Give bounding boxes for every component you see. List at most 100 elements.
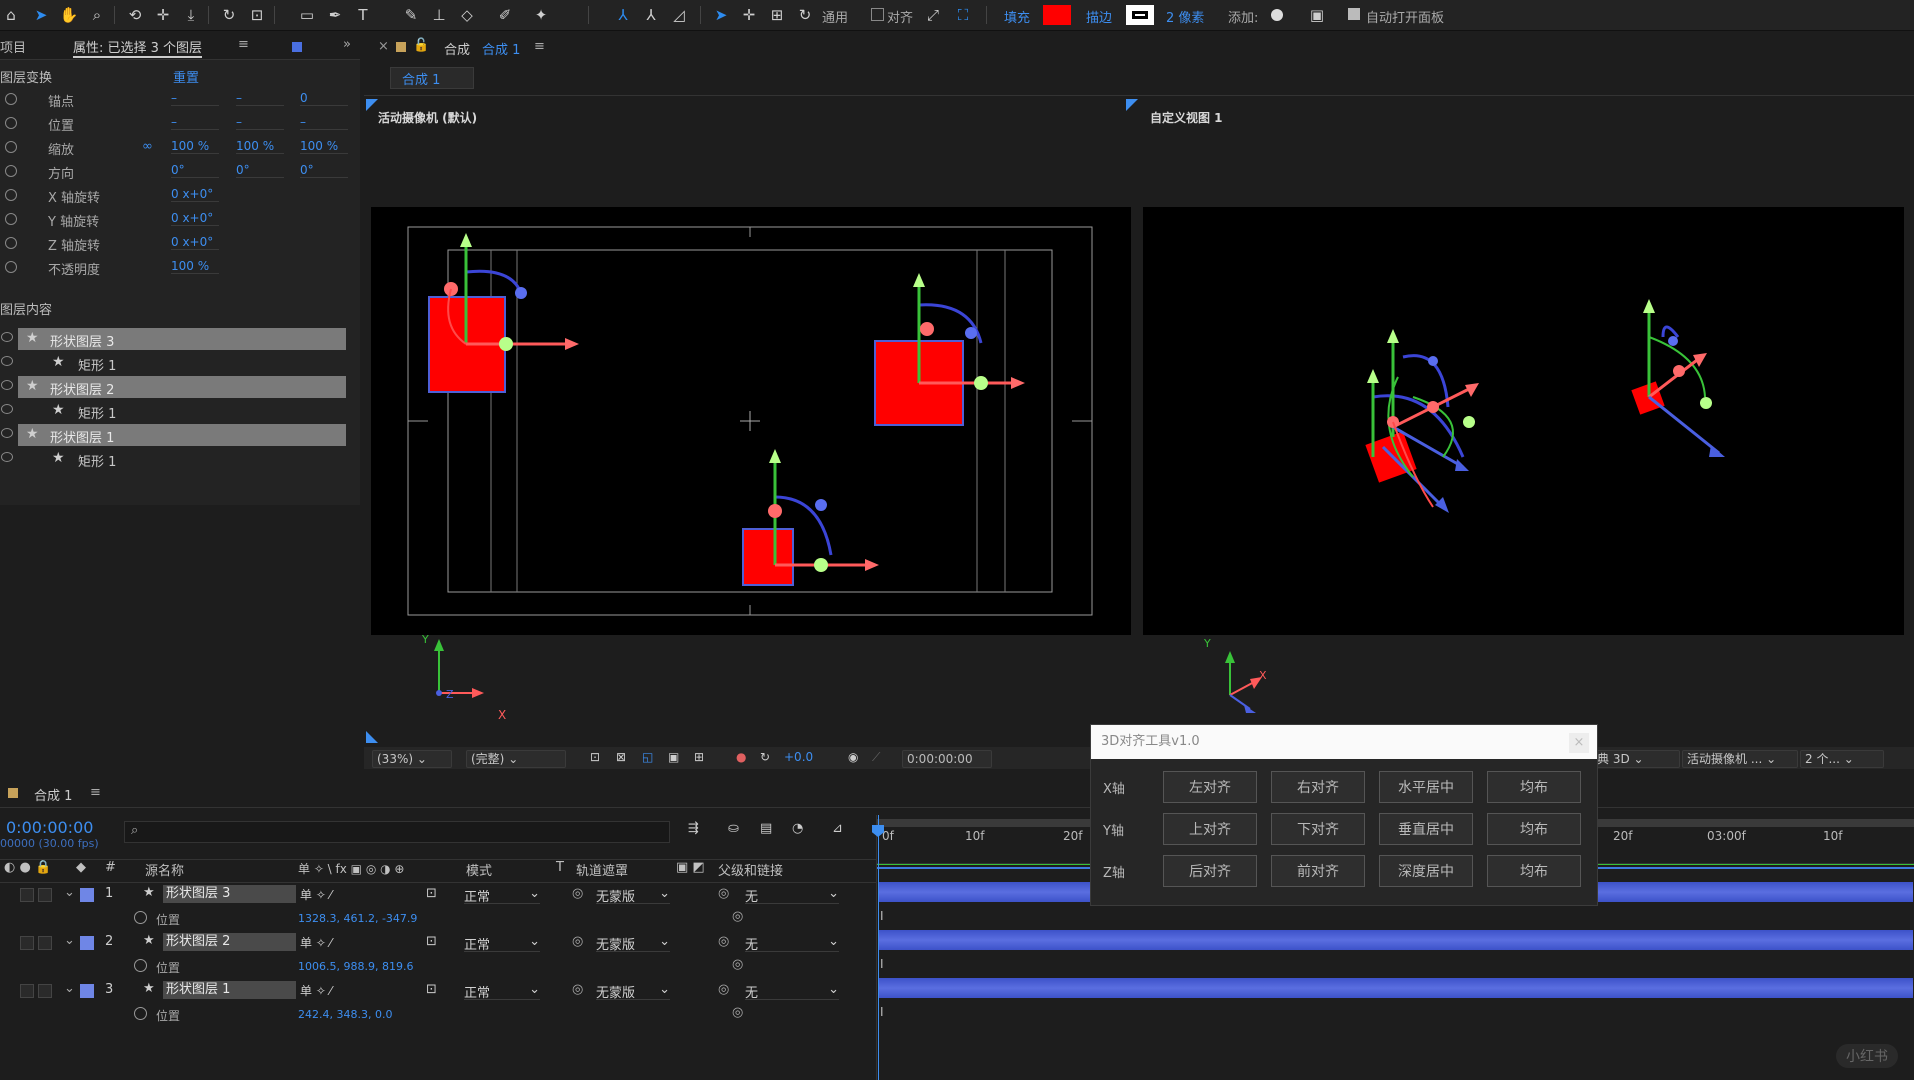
align-button[interactable]: 深度居中 [1379, 855, 1473, 887]
content-layer-row[interactable]: ★ 形状图层 1 [0, 423, 350, 447]
scale-tool-icon[interactable]: ⊞ [766, 4, 788, 26]
3d-layer-icon[interactable]: ⊡ [426, 886, 437, 901]
align-button[interactable]: 右对齐 [1271, 771, 1365, 803]
expression-pickwhip-icon[interactable]: ◎ [732, 1005, 743, 1020]
property-value[interactable]: 0 x+0° [171, 187, 219, 202]
table-row[interactable]: ⌄ 2 ★ 形状图层 2单 ✧ ⁄ ⊡ 正常 ⌄ ◎ 无蒙版 ⌄ ◎ 无 ⌄ [0, 931, 876, 955]
quality-dropdown[interactable]: (完整) ⌄ [466, 750, 566, 768]
align-button[interactable]: 均布 [1487, 855, 1581, 887]
chevron-down-icon[interactable]: ⌄ [64, 933, 75, 948]
property-value[interactable]: 0° [300, 163, 348, 178]
local-axis-icon[interactable]: ⅄ [612, 4, 634, 26]
constrain-link-icon[interactable]: ∞ [142, 139, 153, 154]
add-menu-icon[interactable] [1271, 9, 1283, 21]
rectangle-tool-icon[interactable]: ▭ [296, 4, 318, 26]
layer-1-duration-bar[interactable] [879, 978, 1913, 998]
zoom-tool-icon[interactable]: ⌕ [86, 4, 108, 26]
parent-dropdown[interactable]: 无 ⌄ [745, 934, 839, 953]
camera-dropdown[interactable]: 活动摄像机 ... ⌄ [1682, 750, 1798, 768]
lock-icon[interactable]: 🔓 [413, 38, 429, 53]
stopwatch-icon[interactable] [5, 213, 17, 225]
universal-tool-icon[interactable]: ➤ [710, 4, 732, 26]
comp-tab-name[interactable]: 合成 1 [482, 39, 520, 58]
visibility-toggle[interactable] [20, 888, 34, 902]
shy-layers-icon[interactable]: ▤ [760, 821, 772, 836]
pan-behind-icon[interactable]: ⊡ [246, 4, 268, 26]
solo-toggle[interactable] [38, 936, 52, 950]
mode-dropdown[interactable]: 正常 ⌄ [464, 982, 540, 1001]
stopwatch-icon[interactable] [134, 911, 147, 924]
content-layer-row[interactable]: ★ 矩形 1 [0, 351, 350, 375]
align-button[interactable]: 上对齐 [1163, 813, 1257, 845]
graph-editor-icon[interactable]: ⊿ [832, 821, 843, 836]
active-camera-viewer[interactable] [371, 207, 1131, 635]
stopwatch-icon[interactable] [5, 141, 17, 153]
property-value[interactable]: 100 % [171, 259, 219, 274]
content-layer-row[interactable]: ★ 形状图层 2 [0, 375, 350, 399]
dolly-camera-icon[interactable]: ⤓ [180, 4, 202, 26]
clone-stamp-icon[interactable]: ⊥ [428, 4, 450, 26]
position-value[interactable]: 1006.5, 988.9, 819.6 [298, 960, 413, 973]
color-channel-icon[interactable]: ● [736, 750, 746, 764]
property-value[interactable]: – [236, 91, 284, 106]
switches-icons[interactable]: 单 ✧ ⁄ [300, 886, 332, 903]
comp-tab-label[interactable]: 合成 [444, 39, 470, 58]
move-tool-icon[interactable]: ✛ [738, 4, 760, 26]
track-matte-dropdown[interactable]: 无蒙版 ⌄ [596, 982, 670, 1001]
eye-icon[interactable] [1, 332, 13, 342]
layer-name[interactable]: 形状图层 1 [163, 981, 296, 999]
exposure-value[interactable]: +0.0 [784, 750, 813, 764]
property-value[interactable]: 0 x+0° [171, 211, 219, 226]
col-parent[interactable]: 父级和链接 [718, 860, 783, 880]
property-value[interactable]: 100 % [300, 139, 348, 154]
align-button[interactable]: 水平居中 [1379, 771, 1473, 803]
view-axis-icon[interactable]: ◿ [668, 4, 690, 26]
timecode-field[interactable]: 0:00:00:00 [902, 750, 992, 768]
layer-2-duration-bar[interactable] [879, 930, 1913, 950]
comp-flowchart-icon[interactable]: ⇶ [688, 821, 699, 836]
custom-view-viewer[interactable] [1143, 207, 1904, 635]
snap-icon[interactable]: ⤢ [922, 4, 944, 26]
panel-menu-icon[interactable]: ≡ [238, 37, 249, 52]
reset-exposure-icon[interactable]: ↻ [760, 750, 770, 764]
property-value[interactable]: 0° [171, 163, 219, 178]
transparency-icon[interactable]: ⊞ [694, 750, 704, 764]
mode-dropdown[interactable]: 正常 ⌄ [464, 934, 540, 953]
track-matte-pickwhip-icon[interactable]: ◎ [572, 982, 583, 997]
panel-icon[interactable]: ▣ [1306, 4, 1328, 26]
col-source-name[interactable]: 源名称 [145, 860, 184, 880]
expression-pickwhip-icon[interactable]: ◎ [732, 909, 743, 924]
property-value[interactable]: 0 x+0° [171, 235, 219, 250]
eye-icon[interactable] [1, 380, 13, 390]
position-value[interactable]: 242.4, 348.3, 0.0 [298, 1008, 392, 1021]
stopwatch-icon[interactable] [5, 117, 17, 129]
stroke-width[interactable]: 2 像素 [1166, 7, 1204, 26]
content-layer-row[interactable]: ★ 矩形 1 [0, 447, 350, 471]
reset-button[interactable]: 重置 [173, 67, 199, 86]
custom-view-cluster-1[interactable] [1365, 329, 1479, 513]
3d-layer-icon[interactable]: ⊡ [426, 982, 437, 997]
auto-open-checkbox[interactable] [1348, 8, 1360, 20]
comp-menu-icon[interactable]: ≡ [534, 39, 545, 54]
align-button[interactable]: 均布 [1487, 771, 1581, 803]
mode-dropdown[interactable]: 正常 ⌄ [464, 886, 540, 905]
stopwatch-icon[interactable] [5, 93, 17, 105]
stopwatch-icon[interactable] [5, 189, 17, 201]
property-value[interactable]: – [236, 115, 284, 130]
home-icon[interactable]: ⌂ [0, 4, 22, 26]
puppet-pin-icon[interactable]: ✦ [530, 4, 552, 26]
switches-icons[interactable]: 单 ✧ ⁄ [300, 982, 332, 999]
3d-layer-icon[interactable]: ⊡ [426, 934, 437, 949]
expression-pickwhip-icon[interactable]: ◎ [732, 957, 743, 972]
current-time[interactable]: 0:00:00:00 [6, 818, 93, 837]
solo-toggle[interactable] [38, 888, 52, 902]
property-value[interactable]: – [171, 115, 219, 130]
grid-icon[interactable]: ⊠ [616, 750, 626, 764]
keyframe-marker[interactable]: I [880, 909, 884, 923]
parent-dropdown[interactable]: 无 ⌄ [745, 982, 839, 1001]
world-axis-icon[interactable]: ⅄ [640, 4, 662, 26]
close-tab-icon[interactable]: × [378, 39, 389, 54]
mask-view-icon[interactable]: ◱ [642, 750, 653, 764]
parent-pickwhip-icon[interactable]: ◎ [718, 886, 729, 901]
keyframe-marker[interactable]: I [880, 957, 884, 971]
